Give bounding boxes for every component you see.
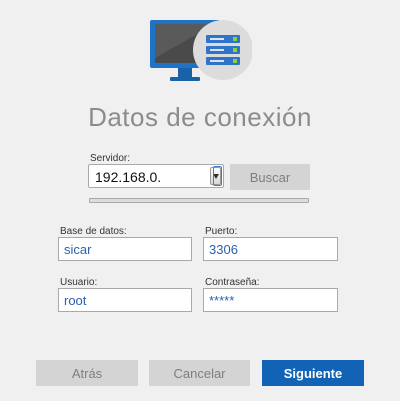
server-label: Servidor: — [90, 153, 131, 164]
password-field[interactable] — [203, 288, 338, 312]
user-label: Usuario: — [60, 277, 98, 288]
back-button[interactable]: Atrás — [36, 360, 138, 386]
port-field[interactable] — [203, 237, 338, 261]
page-title: Datos de conexión — [88, 102, 312, 132]
cancel-button[interactable]: Cancelar — [149, 360, 250, 386]
next-button[interactable]: Siguiente — [262, 360, 364, 386]
database-label: Base de datos: — [60, 226, 127, 237]
search-progress-bar — [89, 198, 309, 203]
password-label: Contraseña: — [205, 277, 260, 288]
server-monitor-icon — [148, 14, 252, 96]
port-label: Puerto: — [205, 226, 238, 237]
connection-dialog: Datos de conexión Servidor: 192.168.0. B… — [0, 0, 400, 401]
server-value[interactable]: 192.168.0. — [95, 169, 161, 185]
user-field[interactable] — [58, 288, 192, 312]
chevron-down-icon[interactable] — [210, 167, 221, 185]
search-button[interactable]: Buscar — [230, 164, 310, 190]
server-combobox[interactable]: 192.168.0. — [88, 164, 224, 188]
database-field[interactable] — [58, 237, 192, 261]
